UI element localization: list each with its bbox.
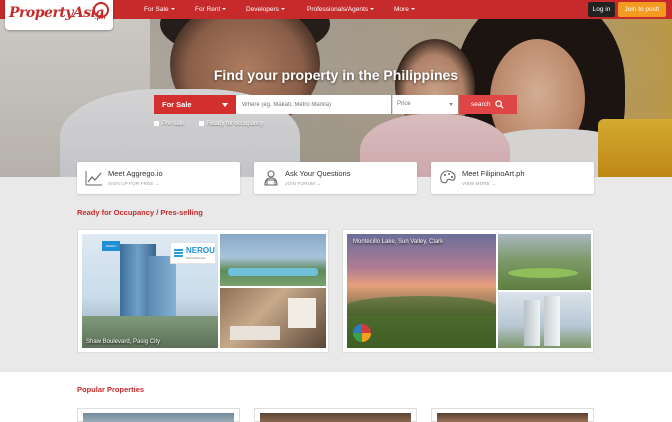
listing-card-nerou[interactable]: NEROU NEROU RESIDENCES Shaw Boulevard, P… [77, 229, 329, 353]
nav-for-rent[interactable]: For Rent [195, 0, 227, 19]
chevron-down-icon [410, 8, 415, 11]
location-search-input[interactable] [236, 95, 391, 114]
listing-image-golf [498, 234, 591, 290]
logo-suffix: .ph [95, 14, 106, 21]
nav-for-sale[interactable]: For Sale [144, 0, 175, 19]
chevron-down-icon [222, 8, 227, 11]
join-to-post-button[interactable]: Join to post! [618, 2, 666, 17]
checkbox-icon [154, 120, 159, 126]
chevron-down-icon [170, 8, 175, 11]
section-title-popular: Popular Properties [77, 385, 145, 394]
hero-title: Find your property in the Philippines [213, 67, 459, 83]
card-aggrego[interactable]: Meet Aggrego.io SIGN UP FOR FREE → [77, 162, 240, 194]
chevron-down-icon [222, 103, 228, 107]
nav-professionals-agents[interactable]: Professionals/Agents [307, 0, 375, 19]
search-icon [495, 100, 504, 109]
nav-more[interactable]: More [394, 0, 415, 19]
price-select[interactable]: Price [392, 95, 458, 114]
hero-banner: Find your property in the Philippines Fo… [0, 19, 672, 177]
ready-for-occupancy-checkbox[interactable]: Ready for occupancy [199, 120, 263, 128]
search-button[interactable]: search [459, 95, 517, 114]
popular-property-card[interactable] [77, 408, 240, 422]
pre-sale-checkbox[interactable]: Pre-sale [154, 120, 184, 128]
nerou-logo: NEROU RESIDENCES [170, 242, 216, 264]
development-logo-icon [353, 324, 371, 342]
listing-type-select[interactable]: For Sale [154, 95, 236, 114]
chevron-down-icon [280, 8, 285, 11]
popular-property-card[interactable] [431, 408, 594, 422]
listing-card-montecillo[interactable]: Montecillo Lake, Sun Valley, Clark [342, 229, 594, 353]
card-forum[interactable]: Ask Your Questions JOIN FORUM → [254, 162, 417, 194]
section-title-ready: Ready for Occupancy / Pres-selling [77, 208, 203, 217]
chevron-down-icon [449, 103, 453, 106]
site-logo[interactable]: PropertyAsia .ph [5, 0, 113, 30]
top-navbar: PropertyAsia .ph For Sale For Rent Devel… [0, 0, 672, 30]
listing-caption: Shaw Boulevard, Pasig City [86, 339, 161, 345]
listing-image-pool [220, 234, 326, 286]
logo-wordmark: PropertyAsia [9, 5, 105, 21]
card-filipinoart[interactable]: Meet FilipinoArt.ph VIEW MORE → [431, 162, 594, 194]
checkbox-icon [199, 120, 204, 126]
login-button[interactable]: Log in [588, 2, 615, 17]
art-icon [440, 170, 456, 184]
listing-image-tower: NEROU NEROU RESIDENCES Shaw Boulevard, P… [82, 234, 218, 348]
listing-image-sunset: Montecillo Lake, Sun Valley, Clark [347, 234, 496, 348]
popular-property-card[interactable] [254, 408, 417, 422]
people-icon [264, 170, 278, 186]
listing-image-condos [498, 292, 591, 348]
nav-developers[interactable]: Developers [246, 0, 285, 19]
listing-caption: Montecillo Lake, Sun Valley, Clark [353, 239, 444, 245]
listing-image-interior [220, 288, 326, 348]
chevron-down-icon [370, 8, 375, 11]
chart-icon [85, 171, 102, 186]
